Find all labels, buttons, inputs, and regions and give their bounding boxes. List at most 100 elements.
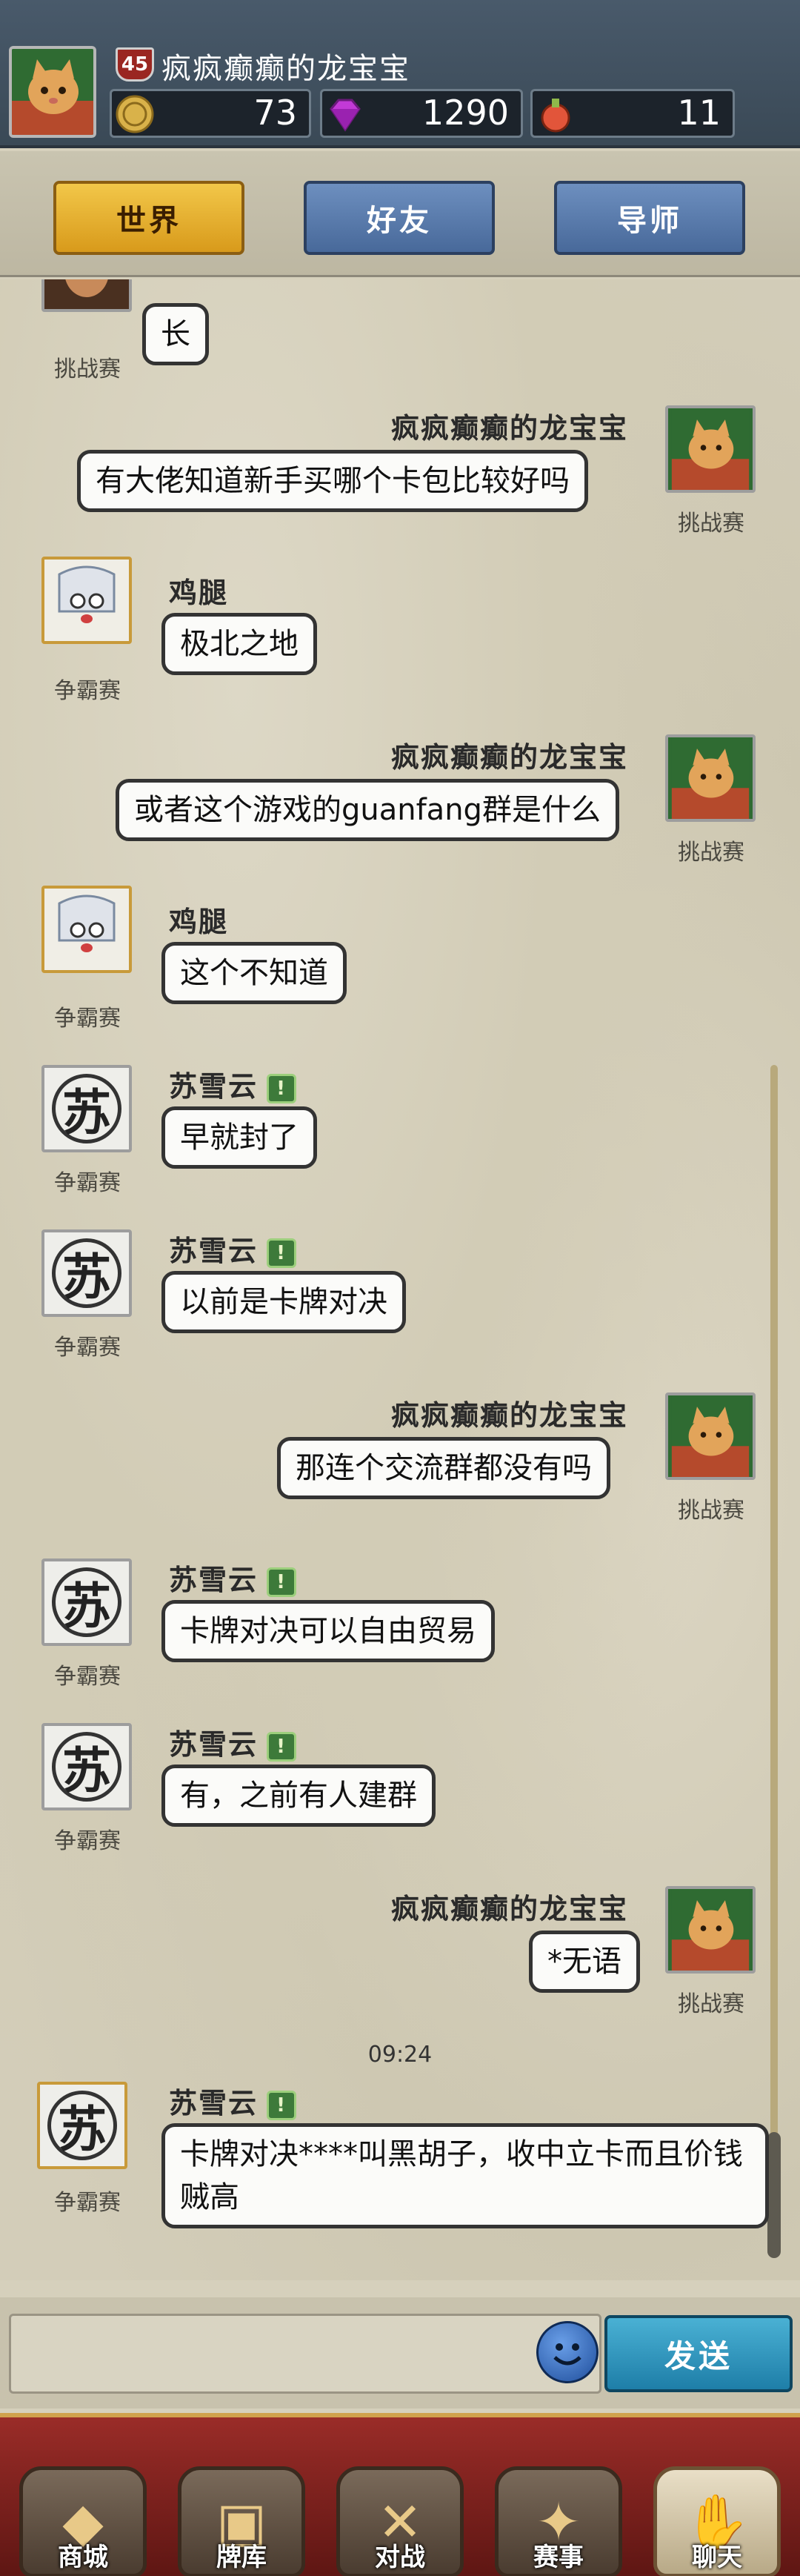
vip-badge-icon: ! <box>267 2090 297 2120</box>
message-bubble[interactable]: 这个不知道 <box>161 942 347 1004</box>
avatar[interactable] <box>665 1392 756 1480</box>
sender-label: 苏雪云 <box>169 1728 259 1761</box>
avatar[interactable] <box>41 886 132 973</box>
avatar[interactable]: 苏 <box>37 2082 127 2169</box>
rank-tag: 挑战赛 <box>678 511 744 537</box>
rank-tag: 挑战赛 <box>678 840 744 866</box>
message-bubble[interactable]: 极北之地 <box>161 613 317 675</box>
su-glyph-icon: 苏 <box>47 2091 117 2160</box>
message-bubble[interactable]: 以前是卡牌对决 <box>161 1271 406 1333</box>
message-bubble[interactable]: 或者这个游戏的guanfang群是什么 <box>116 779 619 841</box>
su-glyph-icon: 苏 <box>52 1567 121 1637</box>
sender-name[interactable]: 苏雪云! <box>169 1722 297 1762</box>
rank-tag: 争霸赛 <box>54 1335 121 1361</box>
message-bubble[interactable]: 卡牌对决可以自由贸易 <box>161 1600 495 1662</box>
su-glyph-icon: 苏 <box>52 1074 121 1143</box>
level-badge: 45 <box>116 47 154 82</box>
cat-portrait-icon <box>671 1395 750 1477</box>
vip-badge-icon: ! <box>267 1731 297 1762</box>
cat-portrait-icon <box>671 1889 750 1971</box>
potion-icon <box>541 99 570 133</box>
channel-tabs: 世界 好友 导师 <box>0 151 800 277</box>
tab-mentor[interactable]: 导师 <box>554 181 745 255</box>
message-bubble[interactable]: *无语 <box>529 1931 640 1993</box>
message-input-bar: 发送 <box>0 2297 800 2409</box>
sender-name[interactable]: 鸡腿 <box>169 899 228 940</box>
sender-label: 苏雪云 <box>169 1235 259 1267</box>
gem-value: 1290 <box>421 93 509 133</box>
energy-value: 11 <box>677 93 721 133</box>
sender-name[interactable]: 苏雪云! <box>169 1063 297 1104</box>
message-bubble[interactable]: 有大佬知道新手买哪个卡包比较好吗 <box>77 450 588 512</box>
message-timestamp: 09:24 <box>367 2042 433 2068</box>
player-name: 疯疯癫癫的龙宝宝 <box>161 52 410 86</box>
chat-scrollbar-track[interactable] <box>770 1065 778 2251</box>
sender-name[interactable]: 疯疯癫癫的龙宝宝 <box>222 1392 628 1433</box>
sender-name[interactable]: 苏雪云! <box>169 1228 297 1269</box>
sender-name[interactable]: 苏雪云! <box>169 2080 297 2121</box>
sender-name[interactable]: 疯疯癫癫的龙宝宝 <box>222 1886 628 1927</box>
chat-scrollbar-thumb[interactable] <box>767 2132 781 2258</box>
anime-girl-portrait-icon <box>44 889 129 970</box>
vip-badge-icon: ! <box>267 1073 297 1103</box>
sender-name[interactable]: 疯疯癫癫的龙宝宝 <box>222 405 628 446</box>
avatar[interactable]: 苏 <box>41 1065 132 1152</box>
avatar[interactable] <box>665 1886 756 1974</box>
vip-badge-icon: ! <box>267 1238 297 1268</box>
diamond-icon <box>330 99 361 132</box>
gem-counter[interactable]: 1290 <box>320 89 523 138</box>
tab-world[interactable]: 世界 <box>53 181 244 255</box>
bottom-navigation: ◆ 商城 ▣ 牌库 ✕ 对战 ✦ 赛事 ✋ 聊天 <box>0 2413 800 2576</box>
gold-coin-icon <box>116 95 154 133</box>
avatar[interactable] <box>665 734 756 822</box>
message-bubble[interactable]: 卡牌对决****叫黑胡子，收中立卡而且价钱贼高 <box>161 2123 769 2228</box>
sender-label: 苏雪云 <box>169 1564 259 1596</box>
rank-tag: 争霸赛 <box>54 1828 121 1854</box>
rank-tag: 挑战赛 <box>678 1991 744 2017</box>
nav-label: 商城 <box>58 2543 108 2572</box>
avatar[interactable] <box>41 557 132 644</box>
vip-badge-icon: ! <box>267 1567 297 1597</box>
nav-label: 赛事 <box>533 2543 584 2572</box>
nav-label: 对战 <box>375 2543 425 2572</box>
avatar[interactable] <box>665 405 756 493</box>
player-avatar[interactable] <box>9 46 96 138</box>
avatar[interactable]: 苏 <box>41 1723 132 1810</box>
sender-label: 苏雪云 <box>169 2087 259 2119</box>
anime-girl-portrait-icon <box>44 560 129 641</box>
nav-tournament[interactable]: ✦ 赛事 <box>484 2432 633 2576</box>
rank-tag: 争霸赛 <box>54 2190 121 2216</box>
sender-name[interactable]: 苏雪云! <box>169 1557 297 1598</box>
nav-battle[interactable]: ✕ 对战 <box>326 2432 474 2576</box>
cat-portrait-icon <box>12 49 93 135</box>
sender-label: 苏雪云 <box>169 1070 259 1103</box>
nav-chat[interactable]: ✋ 聊天 <box>643 2432 791 2576</box>
tab-friends[interactable]: 好友 <box>304 181 495 255</box>
avatar[interactable]: 苏 <box>41 1558 132 1646</box>
sender-name[interactable]: 疯疯癫癫的龙宝宝 <box>222 734 628 775</box>
rank-tag: 挑战赛 <box>54 356 121 382</box>
cat-portrait-icon <box>671 408 750 490</box>
energy-counter[interactable]: 11 <box>530 89 735 138</box>
message-bubble[interactable]: 早就封了 <box>161 1106 317 1169</box>
message-bubble[interactable]: 有，之前有人建群 <box>161 1765 436 1827</box>
message-bubble[interactable]: 长 <box>142 303 209 365</box>
message-bubble[interactable]: 那连个交流群都没有吗 <box>277 1437 610 1499</box>
sender-name[interactable]: 鸡腿 <box>169 570 228 611</box>
nav-shop[interactable]: ◆ 商城 <box>9 2432 157 2576</box>
emoji-button[interactable] <box>536 2321 599 2383</box>
rank-tag: 挑战赛 <box>678 1498 744 1524</box>
send-button[interactable]: 发送 <box>604 2315 793 2392</box>
nav-card-library[interactable]: ▣ 牌库 <box>167 2432 316 2576</box>
rank-tag: 争霸赛 <box>54 678 121 704</box>
message-input[interactable] <box>9 2314 601 2394</box>
avatar[interactable] <box>41 279 132 312</box>
warrior-portrait-icon <box>44 279 129 309</box>
rank-tag: 争霸赛 <box>54 1170 121 1196</box>
cat-portrait-icon <box>671 737 750 819</box>
top-status-bar: 45 疯疯癫癫的龙宝宝 73 1290 11 <box>0 0 800 148</box>
gold-counter[interactable]: 73 <box>110 89 311 138</box>
chat-message-list[interactable]: 挑战赛 长 疯疯癫癫的龙宝宝 有大佬知道新手买哪个卡包比较好吗 挑战赛 争霸赛 … <box>0 279 800 2280</box>
avatar[interactable]: 苏 <box>41 1229 132 1317</box>
rank-tag: 争霸赛 <box>54 1006 121 1032</box>
